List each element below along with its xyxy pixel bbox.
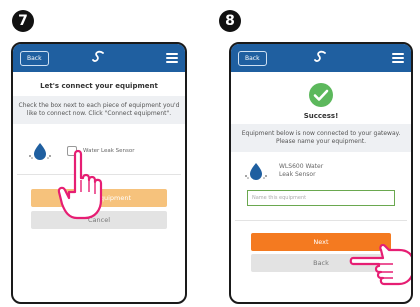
pointing-hand-icon — [349, 244, 411, 286]
water-drop-sensor-icon — [245, 163, 267, 180]
divider — [235, 220, 407, 221]
step-number-badge: 8 — [219, 10, 241, 32]
step-number-badge: 7 — [12, 10, 34, 32]
menu-icon[interactable] — [392, 53, 404, 63]
instructions-band: Check the box next to each piece of equi… — [13, 96, 185, 124]
device-row: WLS600 Water Leak Sensor — [231, 162, 411, 180]
success-title: Success! — [303, 112, 339, 120]
device-label: WLS600 Water Leak Sensor — [279, 163, 324, 178]
success-check-icon — [309, 83, 333, 107]
salus-logo-icon — [314, 50, 326, 62]
instructions-text: Equipment below is now connected to your… — [241, 130, 401, 145]
pointing-hand-icon — [57, 149, 103, 220]
menu-icon[interactable] — [166, 53, 178, 63]
phone-screen-success: Back Success! Equipment below is now con… — [229, 42, 413, 304]
page-title: Let's connect your equipment — [40, 82, 158, 90]
instructions-band: Equipment below is now connected to your… — [231, 124, 411, 152]
salus-logo-icon — [92, 50, 104, 62]
equipment-name-input[interactable] — [247, 190, 395, 206]
phone-screen-connect: Back Let's connect your equipment Check … — [11, 42, 187, 304]
top-bar: Back — [13, 44, 185, 72]
top-bar: Back — [231, 44, 411, 72]
water-drop-sensor-icon — [29, 143, 51, 160]
instructions-text: Check the box next to each piece of equi… — [18, 102, 180, 117]
back-button[interactable]: Back — [20, 50, 49, 66]
back-button[interactable]: Back — [238, 50, 267, 66]
